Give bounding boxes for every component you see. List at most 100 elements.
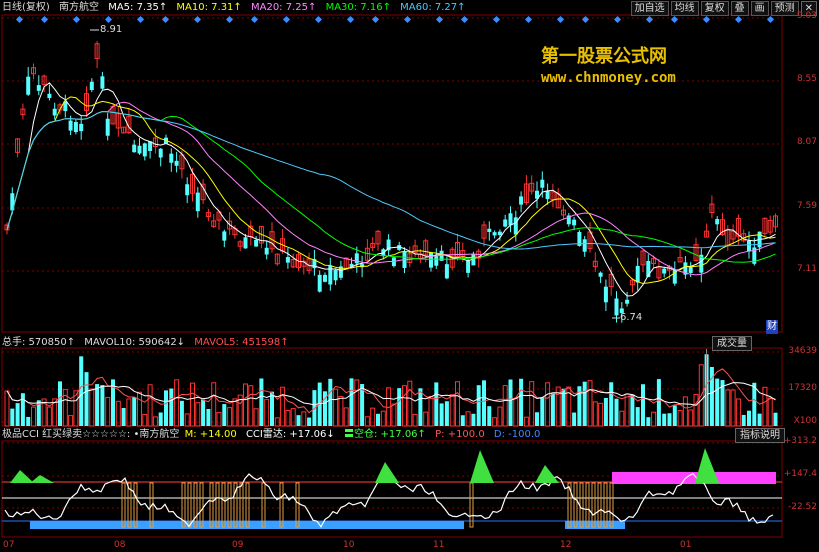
volume-bar: [248, 385, 254, 427]
volume-bar: [179, 400, 184, 426]
info-marker-icon: [613, 15, 622, 24]
price-header: 日线(复权) 南方航空 MA5: 7.35↑ MA10: 7.31↑ MA20:…: [2, 1, 472, 15]
signal-bar: [239, 482, 244, 528]
x-axis-label: 01: [680, 540, 692, 550]
candle-body: [434, 255, 439, 266]
volume-bar: [502, 385, 508, 427]
volume-bar: [354, 379, 360, 427]
volume-bar: [370, 407, 376, 427]
low-price-annotation: 6.74: [620, 312, 643, 323]
mavol5-value: MAVOL5: 451598↑: [194, 337, 289, 348]
restore-rights-button[interactable]: 复权: [700, 1, 729, 16]
chart-canvas[interactable]: [0, 0, 819, 552]
volume-bar: [439, 403, 444, 426]
volume-bar: [603, 397, 608, 426]
volume-bar: [402, 385, 407, 427]
volume-indicator-select[interactable]: 成交量: [712, 336, 752, 351]
x-axis-label: 12: [560, 540, 572, 550]
volume-bar: [20, 393, 25, 426]
x-axis-label: 10: [343, 540, 355, 550]
overlay-button[interactable]: 叠: [730, 1, 749, 16]
candle-body: [715, 219, 720, 225]
volume-bar: [121, 408, 126, 426]
volume-bar: [222, 404, 227, 426]
indicator-m: M: +14.00: [184, 429, 237, 440]
volume-bar: [31, 406, 36, 427]
signal-bar: [209, 482, 214, 528]
candle-body: [662, 268, 667, 274]
volume-bar: [529, 381, 535, 427]
volume-bar: [349, 378, 354, 426]
draw-button[interactable]: 画: [750, 1, 769, 16]
volume-bar: [137, 391, 142, 427]
signal-bar: [469, 482, 474, 528]
signal-bar: [579, 482, 584, 528]
x-axis-label: 09: [232, 540, 244, 550]
mavol10-value: MAVOL10: 590642↓: [84, 337, 186, 348]
indicator-cci: CCI雷达: +17.06↓: [245, 429, 335, 440]
candle-body: [444, 264, 449, 279]
info-marker-icon: [460, 15, 469, 24]
volume-bar: [184, 413, 190, 427]
candle-body: [47, 93, 52, 99]
volume-bar: [89, 388, 95, 427]
signal-bar: [609, 482, 614, 528]
watermark-title: 第一股票公式网: [541, 46, 667, 67]
volume-bar: [444, 401, 449, 426]
volume-bar: [100, 385, 105, 426]
volume-bar: [677, 410, 683, 427]
volume-axis-label: 34639: [788, 346, 817, 356]
overbought-fill: [535, 465, 559, 483]
indicator-d: D: -100.0: [493, 429, 541, 440]
volume-bar: [656, 379, 661, 426]
volume-bar: [152, 416, 158, 427]
info-marker-icon: [282, 15, 291, 24]
volume-bar: [667, 413, 672, 426]
volume-bar: [508, 379, 513, 426]
signal-bar: [199, 482, 204, 528]
info-marker-icon: [250, 15, 259, 24]
ma-line-button[interactable]: 均线: [670, 1, 699, 16]
volume-bar: [476, 385, 481, 426]
info-marker-icon: [734, 15, 743, 24]
ma10-line: [6, 96, 776, 285]
stock-chart-window: 日线(复权) 南方航空 MA5: 7.35↑ MA10: 7.31↑ MA20:…: [0, 0, 819, 552]
candle-body: [333, 269, 338, 281]
volume-bar: [364, 416, 370, 427]
volume-bar: [550, 392, 555, 426]
volume-bar: [164, 390, 168, 426]
indicator-help-button[interactable]: 指标说明: [735, 428, 785, 443]
candle-body: [169, 153, 174, 163]
signal-bar: [215, 482, 220, 528]
volume-bar: [307, 417, 312, 426]
candle-body: [545, 190, 550, 200]
candle-body: [100, 76, 105, 89]
volume-bar: [747, 410, 751, 426]
info-marker-icon: [645, 15, 654, 24]
signal-bar: [603, 482, 608, 528]
volume-bar: [15, 403, 20, 426]
finance-badge[interactable]: 财: [766, 320, 778, 334]
signal-bar: [227, 482, 232, 528]
volume-bar: [672, 405, 677, 426]
candle-body: [487, 228, 492, 232]
indicator-kong: 〓空仓: +17.06↑: [343, 429, 426, 440]
volume-bar: [619, 410, 625, 427]
volume-bar: [84, 372, 89, 426]
stock-name: 南方航空: [59, 2, 99, 13]
volume-bar: [243, 383, 248, 427]
info-marker-icon: [435, 15, 444, 24]
volume-axis-label: 17320: [788, 383, 817, 393]
forecast-button[interactable]: 预测: [770, 1, 799, 16]
info-marker-icon: [492, 15, 501, 24]
volume-bar: [434, 382, 439, 426]
price-axis-label: 9.03: [796, 11, 817, 21]
toolbar: 加自选 均线 复权 叠 画 预测 ✕: [630, 1, 817, 16]
ma5-value: MA5: 7.35↑: [108, 2, 168, 13]
add-watchlist-button[interactable]: 加自选: [630, 1, 669, 16]
volume-bar: [46, 406, 52, 427]
indicator-axis-label: +313.2: [783, 436, 817, 446]
volume-bar: [270, 391, 274, 426]
candle-body: [540, 179, 545, 188]
candle-body: [105, 118, 110, 136]
